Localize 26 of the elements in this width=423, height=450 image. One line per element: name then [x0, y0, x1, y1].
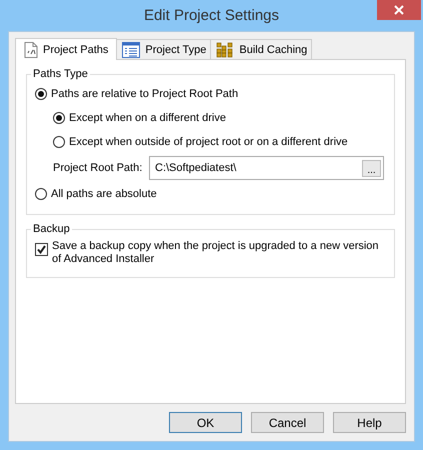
tab[interactable]: Project Type [116, 39, 212, 59]
radio-button[interactable] [35, 88, 47, 100]
tab[interactable]: Build Caching [210, 39, 312, 59]
window-title: Edit Project Settings [144, 7, 280, 24]
close-icon [394, 5, 404, 15]
blocks-icon [216, 42, 234, 58]
option-label: Except when outside of project root or on a different drive [69, 136, 348, 148]
option-label: All paths are absolute [51, 188, 157, 200]
group-label: Paths Type [32, 68, 89, 80]
field-label: Project Root Path: [53, 162, 144, 174]
dialog-button[interactable]: OK [169, 412, 242, 433]
document-icon [24, 42, 38, 58]
radio-button[interactable] [53, 112, 65, 124]
option-label: Paths are relative to Project Root Path [51, 88, 238, 100]
radio-button[interactable] [53, 136, 65, 148]
path-field[interactable]: C:\Softpediatest\ ... [149, 156, 384, 180]
radio-button[interactable] [35, 188, 47, 200]
browse-button[interactable]: ... [362, 160, 381, 176]
close-button[interactable] [377, 0, 421, 20]
checkbox[interactable] [35, 243, 48, 256]
dialog-button[interactable]: Help [333, 412, 406, 433]
group-label: Backup [32, 223, 71, 235]
dialog-button[interactable]: Cancel [251, 412, 324, 433]
tab[interactable]: Project Paths [15, 38, 118, 60]
option-label: Except when on a different drive [69, 112, 226, 124]
option-label: Save a backup copy when the project is upgraded to a new version of Advanced Installer [52, 240, 380, 266]
